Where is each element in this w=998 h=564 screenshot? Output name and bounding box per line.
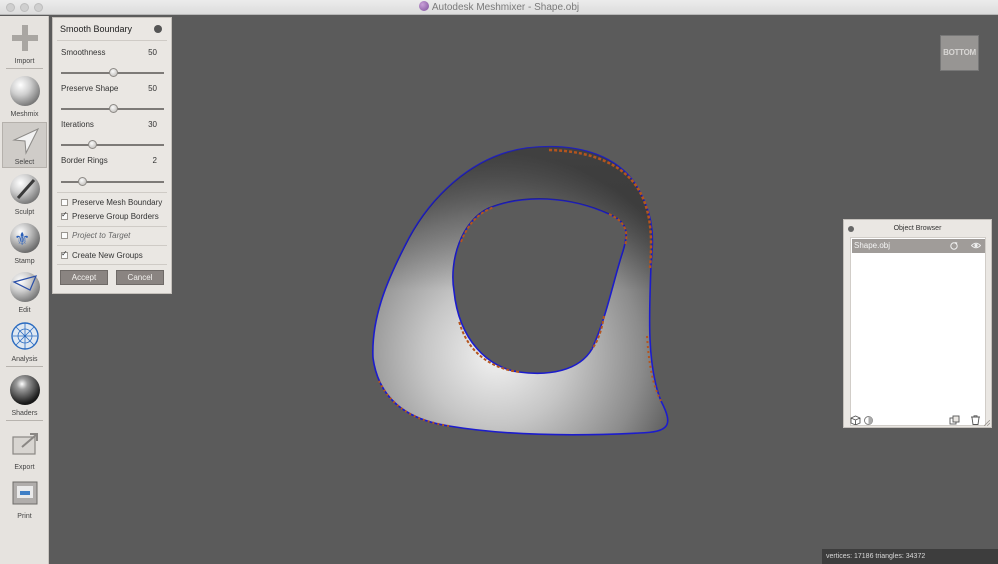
brush-icon [10,174,40,204]
shaders-button[interactable]: Shaders [2,372,47,418]
meshmix-button[interactable]: Meshmix [2,73,47,119]
preserve-group-borders-label: Preserve Group Borders [72,212,159,221]
toolbar-separator [6,366,43,367]
edit-icon [10,272,40,302]
export-icon [12,433,38,455]
accept-button[interactable]: Accept [60,270,108,285]
select-arrow-icon [12,127,40,155]
svg-text:⚜: ⚜ [14,229,30,250]
slider-thumb[interactable] [108,104,118,113]
window-title: Autodesk Meshmixer - Shape.obj [431,2,580,13]
iterations-slider[interactable] [61,140,164,149]
edit-label: Edit [18,307,31,314]
panel-divider [57,264,167,265]
sculpt-button[interactable]: Sculpt [2,171,47,217]
toolbar-separator [6,420,43,421]
duplicate-icon[interactable] [949,415,960,425]
half-sphere-icon[interactable] [863,415,874,425]
export-button[interactable]: Export [2,426,47,472]
slider-thumb[interactable] [87,140,97,149]
shaders-label: Shaders [11,410,38,417]
sculpt-label: Sculpt [14,209,35,216]
gear-icon[interactable] [154,25,162,33]
create-new-groups-label: Create New Groups [72,251,143,260]
export-label: Export [14,464,35,471]
eye-icon[interactable] [971,241,981,250]
refresh-icon[interactable] [949,241,959,250]
slider-thumb[interactable] [108,68,118,77]
status-bar: vertices: 17186 triangles: 34372 [822,549,998,564]
cancel-button[interactable]: Cancel [116,270,164,285]
preserve-group-borders-checkbox[interactable] [61,210,68,220]
select-label: Select [14,159,35,166]
import-button[interactable]: Import [2,20,47,66]
window-title-wrap: Autodesk Meshmixer - Shape.obj [0,1,998,13]
panel-divider [57,226,167,227]
meshmix-label: Meshmix [10,111,39,118]
preserve-shape-label: Preserve Shape [61,84,119,93]
smoothness-value: 50 [148,48,157,57]
preserve-mesh-boundary-label: Preserve Mesh Boundary [72,198,163,207]
border-rings-value: 2 [152,156,157,165]
object-browser-title: Object Browser [893,225,942,232]
border-rings-label: Border Rings [61,156,108,165]
panel-divider [57,245,167,246]
smoothness-label: Smoothness [61,48,106,57]
object-row[interactable]: Shape.obj [852,239,985,253]
stamp-icon: ⚜ [10,223,40,253]
panel-title: Smooth Boundary [60,24,133,34]
panel-divider [57,40,167,41]
panel-divider [57,192,167,193]
object-browser: Object Browser Shape.obj [843,219,992,428]
plus-icon [12,25,38,51]
left-toolbar: Import Meshmix Select Sculpt ⚜ Stamp Edi… [0,16,49,564]
border-rings-slider[interactable] [61,177,164,186]
iterations-value: 30 [148,120,157,129]
stamp-button[interactable]: ⚜ Stamp [2,220,47,266]
iterations-label: Iterations [61,120,94,129]
edit-button[interactable]: Edit [2,269,47,315]
meshmix-icon [10,76,40,106]
stamp-label: Stamp [14,258,35,265]
view-cube[interactable]: BOTTOM [940,35,979,71]
toolbar-separator [6,68,43,69]
preserve-shape-value: 50 [148,84,157,93]
meshmixer-app-icon [418,1,429,11]
object-name: Shape.obj [854,241,891,250]
smoothness-slider[interactable] [61,68,164,77]
create-new-groups-checkbox[interactable] [61,249,68,259]
title-bar: Autodesk Meshmixer - Shape.obj [0,0,998,15]
print-icon [12,481,38,505]
import-label: Import [14,58,35,65]
select-button[interactable]: Select [2,122,47,168]
project-to-target-checkbox[interactable] [61,232,68,239]
cube-icon[interactable] [850,415,861,425]
shaders-icon [10,375,40,405]
preserve-shape-slider[interactable] [61,104,164,113]
analysis-icon [11,322,39,350]
trash-icon[interactable] [970,415,981,425]
resize-grip-icon[interactable] [984,420,990,426]
smooth-boundary-panel: Smooth Boundary Smoothness 50 Preserve S… [52,17,172,294]
print-button[interactable]: Print [2,475,47,521]
mesh-top-shading [372,146,668,435]
analysis-button[interactable]: Analysis [2,318,47,364]
analysis-label: Analysis [11,356,38,363]
preserve-mesh-boundary-checkbox[interactable] [61,199,68,206]
print-label: Print [17,513,32,520]
object-list: Shape.obj [850,237,986,426]
project-to-target-label: Project to Target [72,231,131,240]
slider-thumb[interactable] [77,177,87,186]
